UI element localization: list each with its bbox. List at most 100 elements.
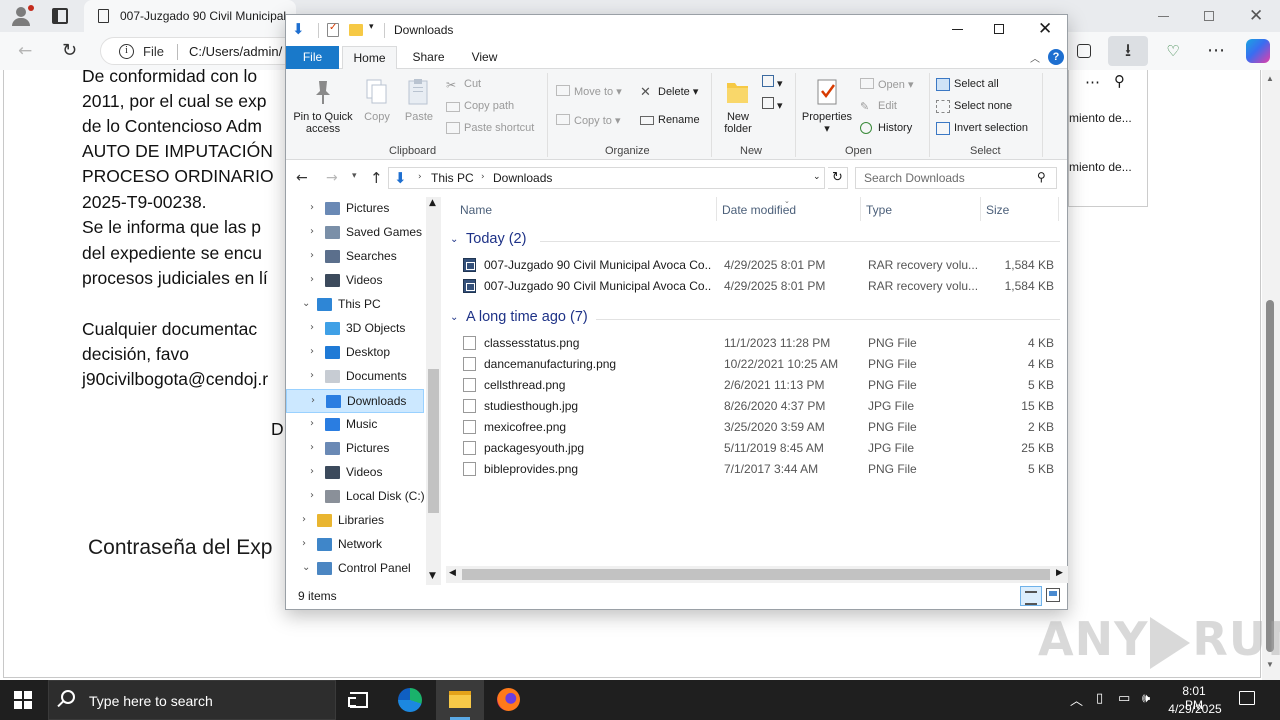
copy-to-button[interactable]: Copy to ▾ [556,114,621,127]
column-header-size[interactable]: Size [986,203,1009,217]
delete-button[interactable]: ✕ Delete ▾ [640,85,698,100]
column-divider[interactable] [716,197,717,221]
chevron-right-icon[interactable]: › [310,418,314,429]
nav-item[interactable]: › Desktop [286,341,424,365]
search-icon[interactable]: ⚲ [1037,170,1046,184]
file-row[interactable]: dancemanufacturing.png 10/22/2021 10:25 A… [460,354,1060,375]
browser-reload-button[interactable]: ↻ [62,40,77,61]
paste-button[interactable]: Paste [402,77,436,123]
firefox-taskbar-button[interactable] [484,680,532,720]
large-icons-view-button[interactable] [1046,588,1060,602]
rename-button[interactable]: Rename [640,114,700,126]
notifications-icon[interactable] [1239,691,1255,705]
chevron-right-icon[interactable]: › [310,370,314,381]
copilot-icon[interactable] [1246,39,1270,63]
nav-item[interactable]: › Videos [286,461,424,485]
file-row[interactable]: 007-Juzgado 90 Civil Municipal Avoca Co.… [460,276,1060,297]
chevron-down-icon[interactable]: ⌄ [450,312,458,323]
column-header-type[interactable]: Type [866,203,892,217]
navigation-pane-scrollbar[interactable]: ▲ ▼ [426,197,441,585]
pin-icon[interactable]: ⚲ [1114,72,1125,90]
scroll-right-arrow-icon[interactable]: ▶ [1056,568,1063,578]
new-folder-button[interactable]: New folder [718,77,758,135]
chevron-right-icon[interactable]: › [310,322,314,333]
nav-item[interactable]: › Videos [286,269,424,293]
minimize-button[interactable] [952,15,966,45]
column-divider[interactable] [980,197,981,221]
column-divider[interactable] [860,197,861,221]
device-icon[interactable]: ▯ [1096,691,1103,706]
details-view-button[interactable] [1020,586,1042,606]
file-row[interactable]: bibleprovides.png 7/1/2017 3:44 AM PNG Fil… [460,459,1060,480]
taskbar-search-box[interactable]: Type here to search [48,680,336,720]
chevron-down-icon[interactable]: ⌄ [813,172,821,182]
group-header[interactable]: ⌄ Today (2) [450,231,1060,251]
breadcrumb-downloads[interactable]: Downloads [493,171,552,185]
chevron-right-icon[interactable]: › [310,490,314,501]
horizontal-scrollbar[interactable]: ◀ ▶ [446,566,1068,583]
scroll-left-arrow-icon[interactable]: ◀ [449,568,456,578]
scroll-up-arrow-icon[interactable]: ▲ [429,198,436,208]
nav-item[interactable]: ⌄ Control Panel [286,557,424,581]
edge-taskbar-button[interactable] [386,680,434,720]
address-bar[interactable]: ⬇ › This PC › Downloads ⌄ [388,167,825,189]
tab-actions-icon[interactable] [52,8,68,24]
clock-date[interactable]: 4/29/2025 [1162,702,1228,716]
tab-file[interactable]: File [286,46,339,69]
breadcrumb-this-pc[interactable]: This PC [431,171,474,185]
nav-item[interactable]: › Libraries [286,509,424,533]
nav-item[interactable]: › Documents [286,365,424,389]
history-button[interactable]: History [860,122,912,134]
maximize-button[interactable] [994,24,1004,34]
page-scrollbar[interactable]: ▲ ▼ [1262,70,1280,680]
chevron-down-icon[interactable]: ⌄ [302,298,310,309]
browser-essentials-icon[interactable]: ♡ [1162,40,1184,62]
new-folder-icon[interactable] [349,24,363,36]
scroll-up-arrow-icon[interactable]: ▲ [1266,74,1274,83]
file-row[interactable]: studiesthough.jpg 8/26/2020 4:37 PM JPG Fi… [460,396,1060,417]
nav-item[interactable]: › Saved Games [286,221,424,245]
more-options-icon[interactable]: ⋯ [1085,73,1101,91]
column-header-name[interactable]: Name [460,203,492,217]
select-none-button[interactable]: Select none [936,100,1012,113]
nav-item[interactable]: › Pictures [286,197,424,221]
start-button[interactable] [14,691,32,709]
show-hidden-icons-button[interactable]: ︿ [1070,690,1083,709]
properties-icon[interactable] [327,22,339,37]
move-to-button[interactable]: Move to ▾ [556,85,622,98]
search-input[interactable]: Search Downloads ⚲ [855,167,1057,189]
nav-item[interactable]: › Network [286,533,424,557]
browser-address-bar[interactable]: i File C:/Users/admin/ [100,37,300,65]
nav-item[interactable]: ⌄ This PC [286,293,424,317]
nav-item[interactable]: › Local Disk (C:) [286,485,425,509]
collections-icon[interactable] [1073,40,1095,62]
downloads-icon[interactable]: ⭳ [1108,36,1148,66]
copy-button[interactable]: Copy [360,77,394,123]
new-item-button[interactable]: ▾ [762,75,783,90]
navigation-scroll-thumb[interactable] [428,369,439,513]
easy-access-button[interactable]: ▾ [762,97,783,112]
column-header-date-modified[interactable]: Date modified [722,203,796,217]
pin-to-quick-access-button[interactable]: Pin to Quick access [290,77,356,135]
volume-icon[interactable]: 🕪 [1142,691,1150,706]
tab-home[interactable]: Home [342,46,397,70]
more-options-icon[interactable]: ⋯ [1205,40,1227,62]
page-scroll-thumb[interactable] [1266,300,1274,652]
nav-item[interactable]: › Music [286,413,424,437]
file-row[interactable]: packagesyouth.jpg 5/11/2019 8:45 AM JPG Fi… [460,438,1060,459]
column-divider[interactable] [1058,197,1059,221]
network-icon[interactable]: ▭ [1118,691,1130,706]
side-panel-item[interactable]: miento de... [1069,111,1132,125]
chevron-down-icon[interactable]: ▾ [369,22,374,32]
horizontal-scroll-thumb[interactable] [462,569,1050,580]
browser-restore-button[interactable] [1204,11,1214,21]
properties-button[interactable]: Properties ▾ [798,77,856,135]
forward-button[interactable]: → [326,170,338,186]
chevron-right-icon[interactable]: › [310,442,314,453]
back-button[interactable]: ← [296,170,308,186]
up-button[interactable]: ↑ [370,169,383,187]
chevron-right-icon[interactable]: › [311,395,315,406]
chevron-right-icon[interactable]: › [418,172,422,182]
task-view-button[interactable] [348,692,368,708]
chevron-right-icon[interactable]: › [481,172,485,182]
